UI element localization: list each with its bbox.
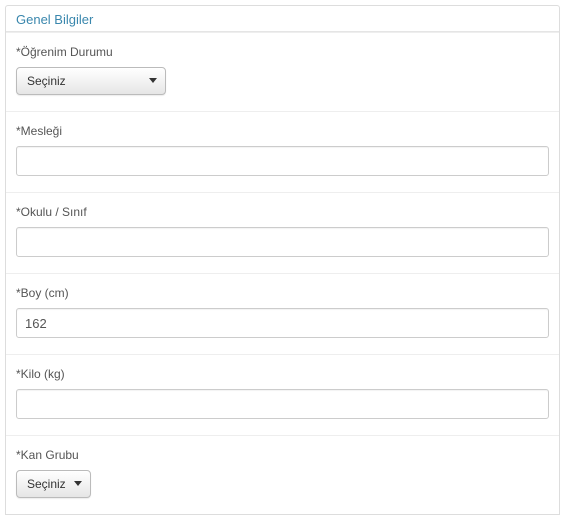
section-title: Genel Bilgiler: [6, 6, 559, 32]
caret-down-icon: [74, 481, 82, 487]
education-dropdown[interactable]: Seçiniz: [16, 67, 166, 95]
caret-down-icon: [149, 78, 157, 84]
blood-type-selected: Seçiniz: [27, 477, 66, 491]
weight-input[interactable]: [16, 389, 549, 419]
field-education: Öğrenim Durumu Seçiniz: [6, 32, 559, 111]
field-school-class: Okulu / Sınıf: [6, 192, 559, 273]
education-selected: Seçiniz: [27, 74, 66, 88]
label-blood-type: Kan Grubu: [16, 448, 549, 462]
blood-type-dropdown[interactable]: Seçiniz: [16, 470, 91, 498]
label-school-class: Okulu / Sınıf: [16, 205, 549, 219]
field-weight: Kilo (kg): [6, 354, 559, 435]
field-blood-type: Kan Grubu Seçiniz: [6, 435, 559, 514]
height-input[interactable]: [16, 308, 549, 338]
label-height: Boy (cm): [16, 286, 549, 300]
school-class-input[interactable]: [16, 227, 549, 257]
general-info-panel: Genel Bilgiler Öğrenim Durumu Seçiniz Me…: [5, 5, 560, 515]
label-education: Öğrenim Durumu: [16, 45, 549, 59]
profession-input[interactable]: [16, 146, 549, 176]
field-height: Boy (cm): [6, 273, 559, 354]
field-profession: Mesleği: [6, 111, 559, 192]
label-profession: Mesleği: [16, 124, 549, 138]
label-weight: Kilo (kg): [16, 367, 549, 381]
